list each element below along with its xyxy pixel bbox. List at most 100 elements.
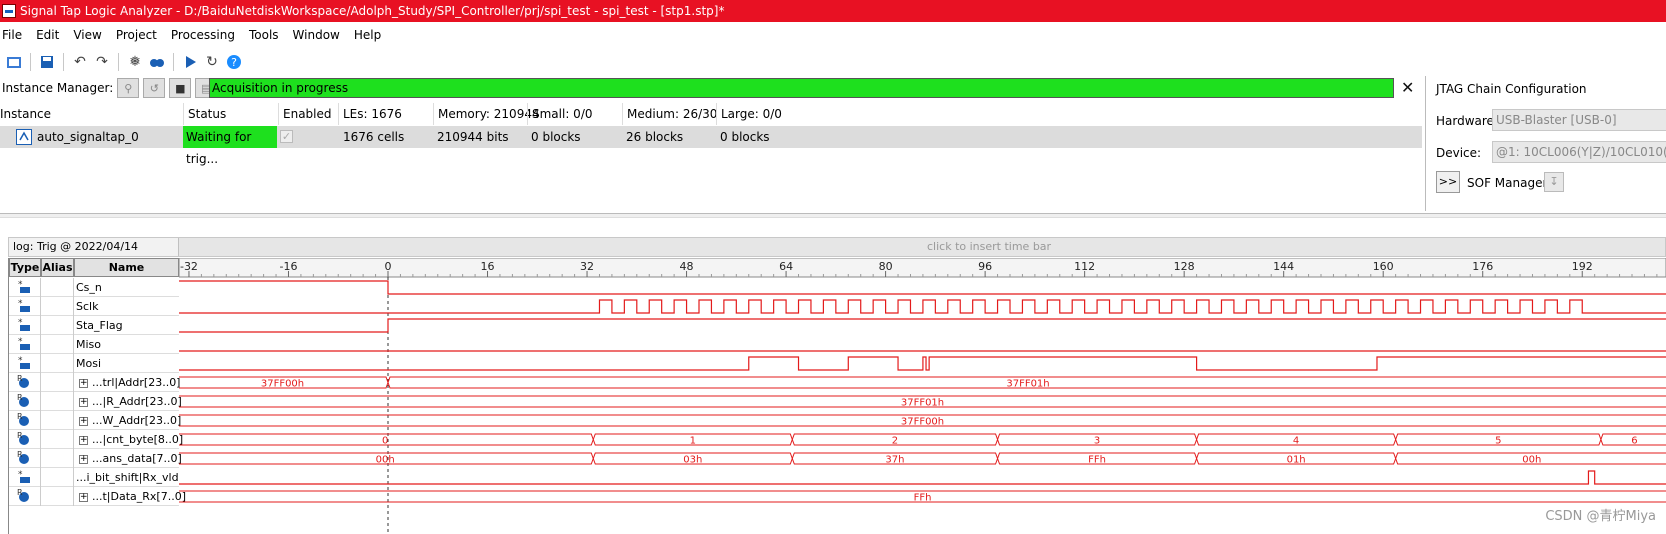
col-large: Large: 0/0 bbox=[716, 103, 782, 125]
bus-value: 37FF00h bbox=[901, 417, 944, 428]
bus-value: 37FF01h bbox=[901, 398, 944, 409]
signal-row[interactable]: * Sclk bbox=[9, 297, 179, 316]
signal-type-cell: * bbox=[9, 316, 41, 335]
signal-row[interactable]: R + ...t|Data_Rx[7..0] bbox=[9, 487, 186, 506]
col-small: Small: 0/0 bbox=[527, 103, 593, 125]
svg-text:*: * bbox=[18, 280, 23, 290]
expand-icon[interactable]: + bbox=[79, 378, 88, 388]
signal-row[interactable]: * Miso bbox=[9, 335, 179, 354]
signal-alias-cell bbox=[41, 354, 74, 373]
signal-node-icon: * bbox=[18, 280, 30, 293]
menu-processing[interactable]: Processing bbox=[169, 28, 243, 42]
menu-bar: File Edit View Project Processing Tools … bbox=[0, 22, 1666, 47]
scan-chain-button[interactable]: >> bbox=[1436, 171, 1460, 193]
hardware-select[interactable]: USB-Blaster [USB-0] bbox=[1492, 109, 1666, 131]
autorun-analysis-button[interactable]: ⚲ bbox=[117, 78, 140, 98]
app-icon bbox=[2, 4, 16, 18]
signal-row[interactable]: * Mosi bbox=[9, 354, 179, 373]
signal-type-cell: R bbox=[9, 373, 41, 392]
open-icon[interactable] bbox=[4, 52, 24, 72]
autorun-icon[interactable]: ↻ bbox=[202, 52, 222, 72]
signal-row[interactable]: * ...i_bit_shift|Rx_vld bbox=[9, 468, 179, 487]
waveform-view[interactable]: -64-48-32-160163248648096112128144160176… bbox=[179, 258, 1666, 534]
name-header: Name bbox=[74, 258, 179, 277]
expand-icon[interactable]: + bbox=[79, 492, 88, 502]
signal-name: + ...t|Data_Rx[7..0] bbox=[79, 490, 186, 503]
bus-value: 0 bbox=[382, 436, 388, 447]
signal-name: Mosi bbox=[76, 357, 102, 370]
signal-row[interactable]: R + ...W_Addr[23..0] bbox=[9, 411, 181, 430]
menu-tools[interactable]: Tools bbox=[247, 28, 287, 42]
redo-icon[interactable]: ↷ bbox=[92, 52, 112, 72]
signal-row[interactable]: R + ...|cnt_byte[8..0] bbox=[9, 430, 183, 449]
bus-value: 37h bbox=[885, 455, 904, 466]
menu-edit[interactable]: Edit bbox=[34, 28, 67, 42]
bus-node-icon: R bbox=[17, 374, 29, 388]
bus-value: 3 bbox=[1094, 436, 1100, 447]
bus-value: 2 bbox=[892, 436, 898, 447]
bus-value: 6 bbox=[1631, 436, 1637, 447]
menu-window[interactable]: Window bbox=[291, 28, 348, 42]
signal-row[interactable]: * Cs_n bbox=[9, 278, 179, 297]
expand-icon[interactable]: + bbox=[79, 416, 88, 426]
menu-view[interactable]: View bbox=[71, 28, 109, 42]
find-icon[interactable] bbox=[147, 52, 167, 72]
instance-large: 0 blocks bbox=[720, 130, 770, 144]
log-bar: log: Trig @ 2022/04/14 14:33:45 click to… bbox=[8, 237, 1666, 271]
bus-value: FFh bbox=[1088, 455, 1106, 466]
bus-node-icon: R bbox=[17, 431, 29, 445]
bus-value: 37FF00h bbox=[261, 379, 304, 390]
svg-text:*: * bbox=[18, 299, 23, 309]
svg-text:?: ? bbox=[231, 56, 237, 69]
expand-icon[interactable]: + bbox=[79, 397, 88, 407]
bus-value: FFh bbox=[914, 493, 932, 504]
ruler-label: 64 bbox=[779, 260, 793, 273]
program-device-icon[interactable]: ↧ bbox=[1544, 172, 1564, 192]
run-icon[interactable] bbox=[180, 52, 200, 72]
instance-row[interactable]: auto_signaltap_0 Waiting for trig... ✓ 1… bbox=[0, 126, 1422, 166]
signal-type-cell: R bbox=[9, 392, 41, 411]
menu-project[interactable]: Project bbox=[114, 28, 165, 42]
save-icon[interactable] bbox=[37, 52, 57, 72]
hardware-label: Hardware: bbox=[1436, 114, 1498, 128]
expand-icon[interactable]: + bbox=[79, 454, 88, 464]
menu-help[interactable]: Help bbox=[352, 28, 389, 42]
signal-node-icon: * bbox=[18, 356, 30, 369]
signal-type-cell: * bbox=[9, 278, 41, 297]
device-label: Device: bbox=[1436, 146, 1482, 160]
instance-les: 1676 cells bbox=[343, 130, 405, 144]
svg-text:R: R bbox=[17, 431, 23, 440]
ruler-label: 80 bbox=[879, 260, 893, 273]
ruler-label: 32 bbox=[580, 260, 594, 273]
ruler-label: 48 bbox=[680, 260, 694, 273]
signal-row[interactable]: R + ...ans_data[7..0] bbox=[9, 449, 182, 468]
window-title: Signal Tap Logic Analyzer - D:/BaiduNetd… bbox=[20, 4, 725, 18]
run-analysis-button[interactable]: ↺ bbox=[143, 78, 166, 98]
menu-file[interactable]: File bbox=[0, 28, 30, 42]
signal-name: + ...ans_data[7..0] bbox=[79, 452, 182, 465]
time-bar-hint[interactable]: click to insert time bar bbox=[927, 238, 1051, 256]
bus-node-icon: R bbox=[17, 450, 29, 464]
expand-icon[interactable]: + bbox=[79, 435, 88, 445]
signal-row[interactable]: * Sta_Flag bbox=[9, 316, 179, 335]
help-icon[interactable]: ? bbox=[224, 52, 244, 72]
signal-alias-cell bbox=[41, 468, 74, 487]
splitter[interactable] bbox=[0, 213, 1666, 218]
stop-analysis-button[interactable]: ■ bbox=[169, 78, 192, 98]
enabled-checkbox[interactable]: ✓ bbox=[280, 130, 293, 143]
ruler-label: 112 bbox=[1074, 260, 1095, 273]
signal-node-icon: * bbox=[18, 470, 30, 483]
signal-row[interactable]: R + ...trl|Addr[23..0] bbox=[9, 373, 180, 392]
device-select[interactable]: @1: 10CL006(Y|Z)/10CL010(Y|Z) bbox=[1492, 141, 1666, 163]
close-icon[interactable]: ✕ bbox=[1401, 78, 1414, 97]
signal-waveform bbox=[179, 356, 1666, 371]
undo-icon[interactable]: ↶ bbox=[70, 52, 90, 72]
signal-type-cell: R bbox=[9, 430, 41, 449]
settings-icon[interactable]: ❅ bbox=[125, 52, 145, 72]
bus-value: 1 bbox=[690, 436, 696, 447]
signal-alias-cell bbox=[41, 392, 74, 411]
log-label: log: Trig @ 2022/04/14 14:33:45 bbox=[9, 238, 179, 271]
bus-value: 03h bbox=[683, 455, 702, 466]
signal-row[interactable]: R + ...|R_Addr[23..0] bbox=[9, 392, 182, 411]
signal-alias-cell bbox=[41, 487, 74, 506]
